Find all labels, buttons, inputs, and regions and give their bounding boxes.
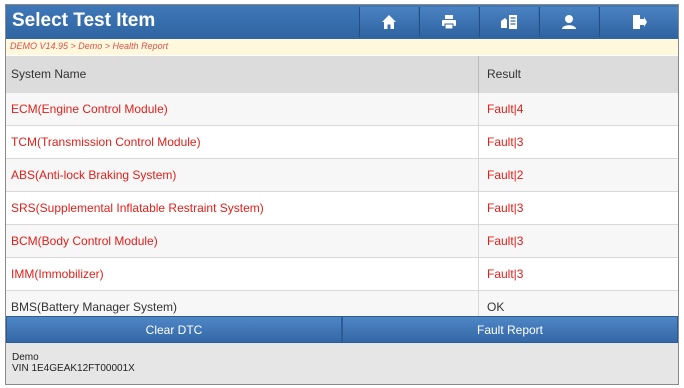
system-result: Fault|2 xyxy=(487,168,524,182)
report-icon xyxy=(501,15,517,29)
print-button[interactable] xyxy=(419,7,478,37)
system-name: TCM(Transmission Control Module) xyxy=(11,135,201,149)
title-bar: Select Test Item xyxy=(6,5,678,39)
home-button[interactable] xyxy=(359,7,418,37)
system-result: Fault|4 xyxy=(487,102,524,116)
table-row[interactable]: SRS(Supplemental Inflatable Restraint Sy… xyxy=(6,192,678,225)
column-divider xyxy=(478,258,479,290)
table-row[interactable]: IMM(Immobilizer) Fault|3 xyxy=(6,258,678,291)
fault-report-button[interactable]: Fault Report xyxy=(342,316,678,343)
system-name: ABS(Anti-lock Braking System) xyxy=(11,168,177,182)
column-divider xyxy=(478,225,479,257)
system-name: ECM(Engine Control Module) xyxy=(11,102,168,116)
vehicle-info: Demo VIN 1E4GEAK12FT00001X xyxy=(6,343,678,384)
column-header-result: Result xyxy=(487,67,522,81)
system-result: Fault|3 xyxy=(487,135,524,149)
system-result: Fault|3 xyxy=(487,201,524,215)
user-button[interactable] xyxy=(539,7,598,37)
system-result: Fault|3 xyxy=(487,267,524,281)
column-divider xyxy=(478,126,479,158)
column-divider xyxy=(478,56,479,93)
table-row[interactable]: BCM(Body Control Module) Fault|3 xyxy=(6,225,678,258)
system-name: BCM(Body Control Module) xyxy=(11,234,158,248)
table-row[interactable]: TCM(Transmission Control Module) Fault|3 xyxy=(6,126,678,159)
system-name: BMS(Battery Manager System) xyxy=(11,300,178,314)
column-divider xyxy=(478,93,479,125)
user-icon xyxy=(562,15,576,29)
app-window: Select Test Item DEMO V14.95 > Demo > He… xyxy=(5,4,679,385)
system-result: Fault|3 xyxy=(487,234,524,248)
column-divider xyxy=(478,192,479,224)
action-bar: Clear DTC Fault Report xyxy=(6,316,678,343)
vehicle-make: Demo xyxy=(12,352,39,363)
print-icon xyxy=(442,15,456,30)
exit-icon xyxy=(633,15,647,29)
vehicle-vin: VIN 1E4GEAK12FT00001X xyxy=(12,363,135,374)
system-name: IMM(Immobilizer) xyxy=(11,267,104,281)
system-result: OK xyxy=(487,300,505,314)
table-header: System Name Result xyxy=(6,56,678,93)
home-icon xyxy=(382,15,396,29)
column-header-system-name: System Name xyxy=(11,67,87,81)
column-divider xyxy=(478,159,479,191)
report-button[interactable] xyxy=(479,7,538,37)
clear-dtc-button[interactable]: Clear DTC xyxy=(6,316,342,343)
exit-button[interactable] xyxy=(599,7,678,37)
table-row[interactable]: ABS(Anti-lock Braking System) Fault|2 xyxy=(6,159,678,192)
system-name: SRS(Supplemental Inflatable Restraint Sy… xyxy=(11,201,264,215)
page-title: Select Test Item xyxy=(12,10,156,31)
table-row[interactable]: ECM(Engine Control Module) Fault|4 xyxy=(6,93,678,126)
system-list: ECM(Engine Control Module) Fault|4 TCM(T… xyxy=(6,93,678,324)
breadcrumb: DEMO V14.95 > Demo > Health Report xyxy=(6,39,678,55)
